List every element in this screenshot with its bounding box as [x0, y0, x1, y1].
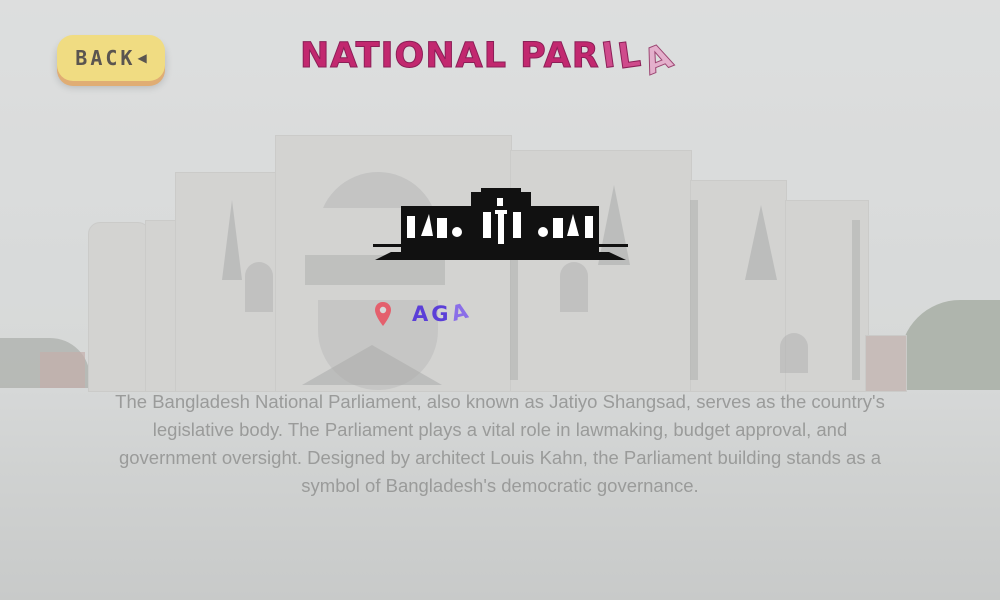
caret-left-icon: ◀	[137, 51, 147, 65]
location-text: AGA	[412, 298, 473, 326]
back-button[interactable]: BACK ◀	[57, 35, 165, 81]
fog-overlay	[0, 0, 1000, 600]
location-row: AGA	[374, 298, 473, 330]
map-pin-icon	[375, 302, 391, 326]
location-text-main: AG	[412, 302, 452, 326]
background-photo	[0, 0, 1000, 600]
description-text: The Bangladesh National Parliament, also…	[115, 391, 885, 496]
back-button-label: BACK	[75, 46, 136, 70]
parliament-building-icon	[373, 188, 628, 264]
location-text-tilt: A	[448, 298, 473, 327]
page-title-main: NATIONAL PAR	[300, 36, 600, 77]
page-title-glitch-letter: L	[615, 34, 645, 78]
page-title: NATIONAL PAR I L A	[300, 32, 680, 84]
